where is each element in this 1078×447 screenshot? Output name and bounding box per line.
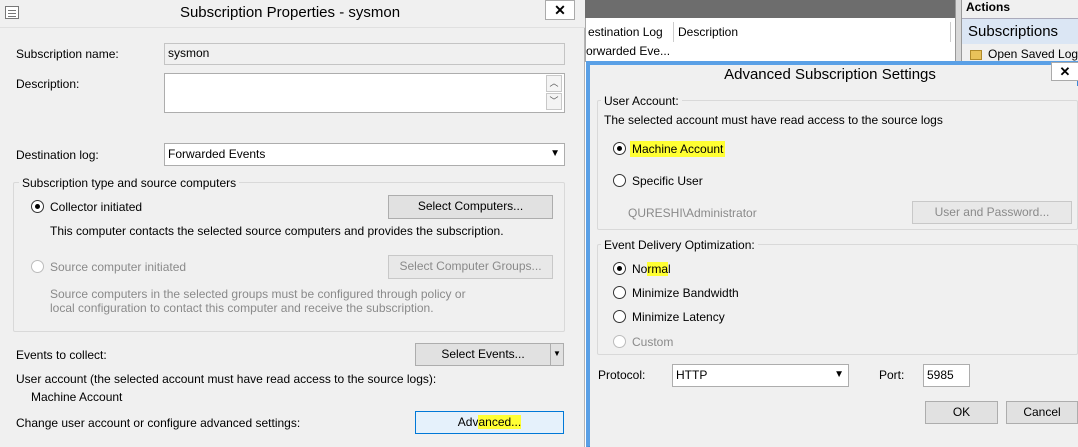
list-cell-destination-log[interactable]: orwarded Eve... xyxy=(586,44,686,58)
minimize-bandwidth-label[interactable]: Minimize Bandwidth xyxy=(632,285,739,301)
advanced-button-label-highlight: anced... xyxy=(478,415,522,429)
minimize-bandwidth-radio[interactable] xyxy=(613,286,626,299)
collector-initiated-label[interactable]: Collector initiated xyxy=(50,199,142,215)
user-and-password-button[interactable]: User and Password... xyxy=(912,201,1072,224)
user-account-label: User account (the selected account must … xyxy=(16,372,437,386)
dialog-title: Subscription Properties - sysmon xyxy=(179,4,401,21)
protocol-dropdown[interactable]: HTTP ▼ xyxy=(672,364,849,387)
select-events-button[interactable]: Select Events... xyxy=(415,343,551,366)
subscription-name-field[interactable]: sysmon xyxy=(164,43,565,65)
collector-initiated-description: This computer contacts the selected sour… xyxy=(50,224,504,238)
advanced-dialog-title: Advanced Subscription Settings xyxy=(724,66,936,83)
scroll-up-icon[interactable]: ︿ xyxy=(546,75,562,92)
action-open-saved-log[interactable]: Open Saved Log xyxy=(970,46,1078,62)
source-initiated-description-line2: local configuration to contact this comp… xyxy=(50,301,434,315)
events-to-collect-label: Events to collect: xyxy=(16,348,107,362)
user-account-note: The selected account must have read acce… xyxy=(604,113,943,127)
machine-account-radio[interactable] xyxy=(613,142,626,155)
select-events-dropdown-icon[interactable]: ▼ xyxy=(550,343,564,366)
desktop: estination Log Description orwarded Eve.… xyxy=(0,0,1078,447)
change-user-label: Change user account or configure advance… xyxy=(16,416,301,430)
scroll-down-icon[interactable]: ﹀ xyxy=(546,93,562,110)
machine-account-label[interactable]: Machine Account xyxy=(630,141,726,157)
minimize-latency-radio[interactable] xyxy=(613,310,626,323)
description-label: Description: xyxy=(16,77,80,91)
specific-user-value: QURESHI\Administrator xyxy=(628,206,757,220)
select-computers-button[interactable]: Select Computers... xyxy=(388,195,553,219)
destination-log-dropdown[interactable]: Forwarded Events ▼ xyxy=(164,143,565,166)
source-initiated-label[interactable]: Source computer initiated xyxy=(50,259,186,275)
delivery-optimization-group-title: Event Delivery Optimization: xyxy=(601,238,758,252)
folder-icon xyxy=(970,49,982,60)
normal-label-end: l xyxy=(668,262,671,276)
chevron-down-icon: ▼ xyxy=(550,148,560,159)
action-open-saved-log-label: Open Saved Log xyxy=(988,47,1078,61)
column-header-destination-log[interactable]: estination Log xyxy=(586,22,674,42)
collector-initiated-radio[interactable] xyxy=(31,200,44,213)
destination-log-value: Forwarded Events xyxy=(168,147,266,161)
specific-user-radio[interactable] xyxy=(613,174,626,187)
normal-label-highlight: rma xyxy=(647,262,669,276)
column-header-description[interactable]: Description xyxy=(676,22,951,42)
advanced-button-label-start: Adv xyxy=(457,415,479,429)
actions-pane-title: Actions xyxy=(966,0,1011,14)
mmc-toolbar-strip xyxy=(585,0,955,18)
actions-section-subscriptions[interactable]: Subscriptions xyxy=(962,18,1078,44)
protocol-label: Protocol: xyxy=(598,368,646,382)
port-label: Port: xyxy=(879,368,905,382)
close-icon[interactable]: ✕ xyxy=(545,0,575,20)
custom-label[interactable]: Custom xyxy=(632,334,673,350)
normal-label[interactable]: Normal xyxy=(632,261,671,277)
chevron-down-icon: ▼ xyxy=(834,369,844,380)
destination-log-label: Destination log: xyxy=(16,148,99,162)
subscription-type-group-title: Subscription type and source computers xyxy=(19,176,240,190)
ok-button[interactable]: OK xyxy=(925,401,998,424)
port-field[interactable]: 5985 xyxy=(923,364,970,387)
normal-label-start: No xyxy=(632,262,648,276)
user-account-value: Machine Account xyxy=(31,390,123,404)
protocol-value: HTTP xyxy=(676,368,708,382)
minimize-latency-label[interactable]: Minimize Latency xyxy=(632,309,725,325)
source-initiated-radio[interactable] xyxy=(31,260,44,273)
subscription-name-label: Subscription name: xyxy=(16,47,119,61)
specific-user-label[interactable]: Specific User xyxy=(632,173,703,189)
normal-radio[interactable] xyxy=(613,262,626,275)
select-computer-groups-button[interactable]: Select Computer Groups... xyxy=(388,255,553,279)
advanced-button[interactable]: Advanced... xyxy=(415,411,564,434)
description-textarea[interactable] xyxy=(164,73,565,113)
user-account-group-title: User Account: xyxy=(601,94,682,108)
close-icon[interactable]: ✕ xyxy=(1051,62,1078,81)
cancel-button[interactable]: Cancel xyxy=(1006,401,1078,424)
description-scrollbar[interactable]: ︿ ﹀ xyxy=(546,75,562,111)
custom-radio[interactable] xyxy=(613,335,626,348)
